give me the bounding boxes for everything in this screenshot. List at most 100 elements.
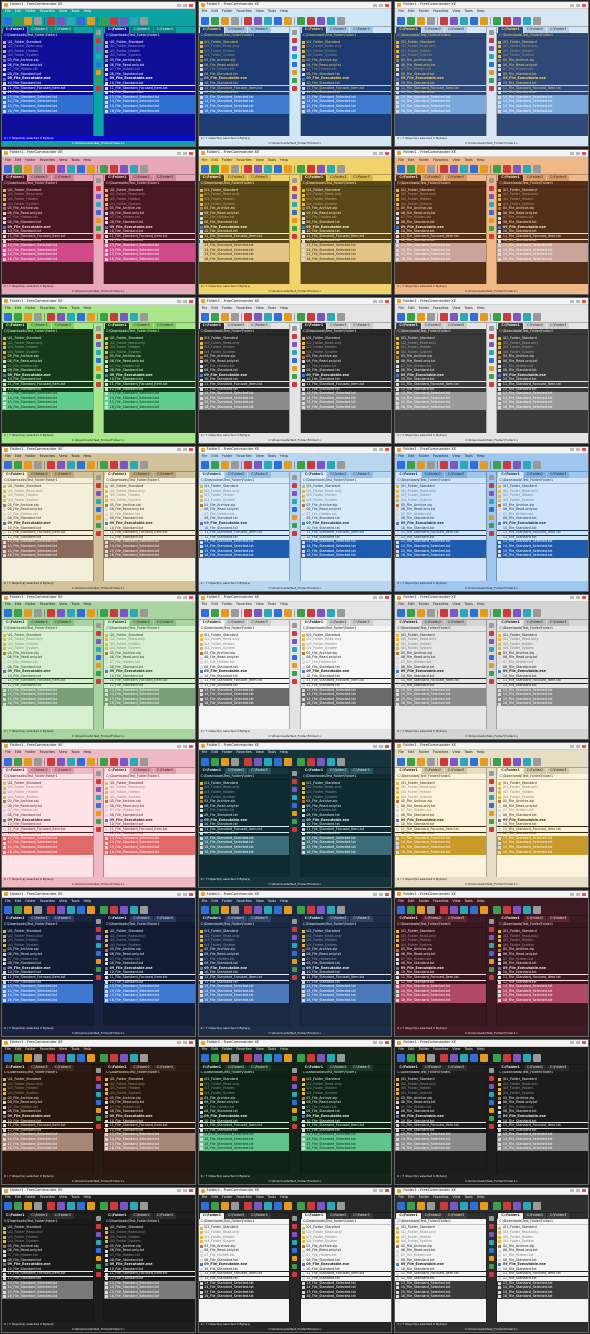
search-icon[interactable] xyxy=(489,959,495,965)
menu-item-favorites[interactable]: Favorites xyxy=(40,9,55,13)
up-icon[interactable] xyxy=(417,1054,426,1063)
back-icon[interactable] xyxy=(95,382,101,388)
up-icon[interactable] xyxy=(220,1054,229,1063)
view-icon[interactable] xyxy=(95,210,101,216)
settings-icon[interactable] xyxy=(95,819,101,825)
refresh-icon[interactable] xyxy=(95,1067,101,1073)
menu-item-tools[interactable]: Tools xyxy=(71,602,79,606)
menu-item-favorites[interactable]: Favorites xyxy=(433,899,448,903)
file-row[interactable]: 16_File_Standard_Selected.txt xyxy=(104,405,195,410)
menu-item-favorites[interactable]: Favorites xyxy=(236,1195,251,1199)
move-icon[interactable] xyxy=(57,905,65,914)
up-icon[interactable] xyxy=(130,1054,138,1063)
left-file-list[interactable]: \01_Folder_Standard \02_Folder_Read-only \… xyxy=(395,928,486,1026)
menu-item-help[interactable]: Help xyxy=(280,1195,288,1199)
forward-icon[interactable] xyxy=(407,164,416,173)
right-file-list[interactable]: \01_Folder_Standard \02_Folder_Read-only \… xyxy=(300,1224,392,1322)
menu-item-edit[interactable]: Edit xyxy=(15,158,22,162)
back-icon[interactable] xyxy=(503,1202,512,1211)
back-icon[interactable] xyxy=(4,609,12,618)
search-icon[interactable] xyxy=(480,312,489,321)
delete-icon[interactable] xyxy=(263,1202,272,1211)
back-icon[interactable] xyxy=(4,757,12,766)
search-icon[interactable] xyxy=(489,662,495,668)
forward-icon[interactable] xyxy=(14,461,22,470)
search-icon[interactable] xyxy=(292,514,298,520)
file-row[interactable]: 16_File_Standard_Selected.txt xyxy=(2,702,93,707)
move-icon[interactable] xyxy=(292,638,298,644)
view-icon[interactable] xyxy=(470,905,479,914)
menu-item-tools[interactable]: Tools xyxy=(268,158,276,162)
search-icon[interactable] xyxy=(480,1054,489,1063)
view-icon[interactable] xyxy=(489,358,495,364)
minimize-icon[interactable] xyxy=(373,3,378,7)
forward-icon[interactable] xyxy=(210,1202,219,1211)
close-icon[interactable] xyxy=(188,3,193,7)
view-icon[interactable] xyxy=(292,951,298,957)
up-icon[interactable] xyxy=(523,461,532,470)
settings-icon[interactable] xyxy=(100,16,108,25)
up-icon[interactable] xyxy=(130,905,138,914)
menu-item-view[interactable]: View xyxy=(452,899,460,903)
view-icon[interactable] xyxy=(95,358,101,364)
refresh-icon[interactable] xyxy=(140,757,148,766)
menu-item-tools[interactable]: Tools xyxy=(268,9,276,13)
settings-icon[interactable] xyxy=(489,522,495,528)
search-icon[interactable] xyxy=(480,609,489,618)
refresh-icon[interactable] xyxy=(34,312,42,321)
menu-item-folder[interactable]: Folder xyxy=(419,1195,429,1199)
close-icon[interactable] xyxy=(188,596,193,600)
back-icon[interactable] xyxy=(489,234,495,240)
refresh-icon[interactable] xyxy=(292,178,298,184)
view-icon[interactable] xyxy=(489,654,495,660)
menu-item-tools[interactable]: Tools xyxy=(464,1195,472,1199)
file-row[interactable]: 16_File_Standard_Selected.txt xyxy=(198,405,290,410)
forward-icon[interactable] xyxy=(407,1202,416,1211)
refresh-icon[interactable] xyxy=(533,461,542,470)
file-row[interactable]: 16_File_Standard_Selected.txt xyxy=(395,998,486,1003)
search-icon[interactable] xyxy=(87,1202,95,1211)
back-icon[interactable] xyxy=(292,678,298,684)
right-file-list[interactable]: \01_Folder_Standard \02_Folder_Read-only \… xyxy=(497,1076,588,1174)
forward-icon[interactable] xyxy=(14,164,22,173)
refresh-icon[interactable] xyxy=(140,1202,148,1211)
copy-icon[interactable] xyxy=(47,757,55,766)
title-bar[interactable]: Folder1 - FreeCommander XE xyxy=(198,446,392,454)
back-icon[interactable] xyxy=(397,757,406,766)
delete-icon[interactable] xyxy=(263,16,272,25)
refresh-icon[interactable] xyxy=(533,312,542,321)
menu-item-favorites[interactable]: Favorites xyxy=(40,899,55,903)
view-icon[interactable] xyxy=(273,312,282,321)
menu-item-folder[interactable]: Folder xyxy=(25,9,35,13)
up-icon[interactable] xyxy=(220,905,229,914)
minimize-icon[interactable] xyxy=(373,596,378,600)
up-icon[interactable] xyxy=(326,461,335,470)
maximize-icon[interactable] xyxy=(575,299,580,303)
back-icon[interactable] xyxy=(110,1202,118,1211)
move-icon[interactable] xyxy=(95,46,101,51)
delete-icon[interactable] xyxy=(67,16,75,25)
copy-icon[interactable] xyxy=(243,16,252,25)
copy-icon[interactable] xyxy=(243,164,252,173)
left-file-list[interactable]: \01_Folder_Standard \02_Folder_Read-only \… xyxy=(2,187,93,285)
back-icon[interactable] xyxy=(200,461,209,470)
title-bar[interactable]: Folder1 - FreeCommander XE xyxy=(198,298,392,306)
menu-item-folder[interactable]: Folder xyxy=(222,158,232,162)
forward-icon[interactable] xyxy=(14,1054,22,1063)
copy-icon[interactable] xyxy=(489,186,495,192)
menu-item-file[interactable]: File xyxy=(202,306,208,310)
up-icon[interactable] xyxy=(326,757,335,766)
back-icon[interactable] xyxy=(397,609,406,618)
delete-icon[interactable] xyxy=(67,164,75,173)
command-line[interactable]: C:\Downloads\Test_Folder\Folder1> xyxy=(395,734,588,740)
forward-icon[interactable] xyxy=(316,905,325,914)
menu-item-view[interactable]: View xyxy=(256,602,264,606)
settings-icon[interactable] xyxy=(95,522,101,528)
close-icon[interactable] xyxy=(385,151,390,155)
minimize-icon[interactable] xyxy=(569,448,574,452)
menu-item-file[interactable]: File xyxy=(398,1195,404,1199)
menu-item-view[interactable]: View xyxy=(59,158,67,162)
file-row[interactable]: 16_File_Standard_Selected.txt xyxy=(2,405,93,410)
menu-item-tools[interactable]: Tools xyxy=(464,1047,472,1051)
refresh-icon[interactable] xyxy=(427,905,436,914)
